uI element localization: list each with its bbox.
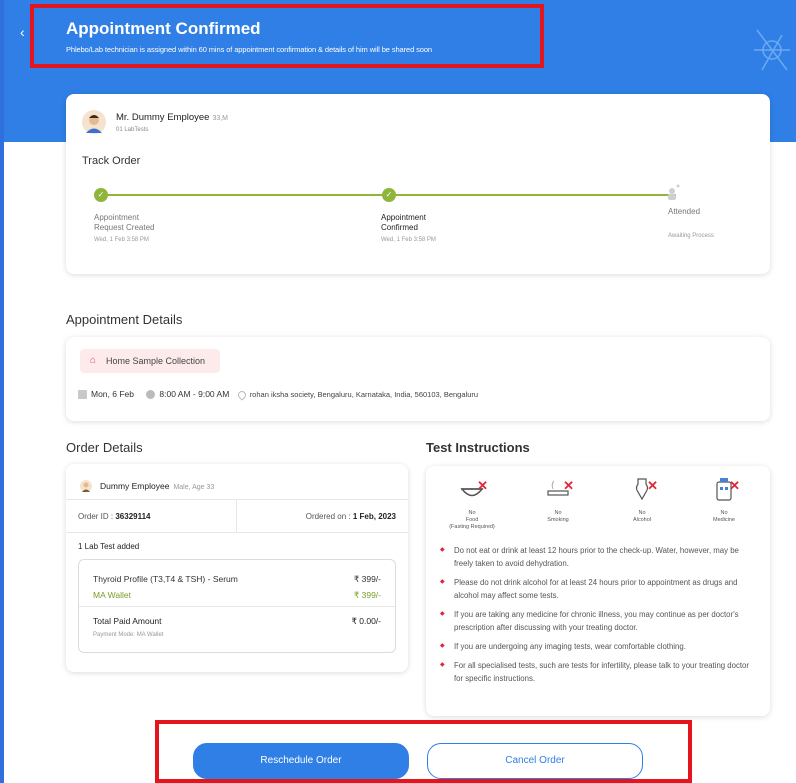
step-label: Appointment Confirmed (381, 213, 426, 232)
step-label: Appointment Request Created (94, 213, 155, 232)
test-price: ₹ 399/- (353, 574, 381, 584)
instruction-item: Please do not drink alcohol for at least… (440, 576, 760, 602)
pending-step-icon (668, 184, 680, 200)
collection-type-badge: ⌂ Home Sample Collection (80, 349, 220, 373)
test-instructions-card: ✕ No Food (Fasting Required) ✕ No Smoking ✕… (426, 466, 770, 716)
test-instructions-title: Test Instructions (426, 440, 530, 455)
back-arrow-icon[interactable]: ‹ (20, 24, 25, 40)
instruction-item: If you are taking any medicine for chron… (440, 608, 760, 634)
order-summary-box: Thyroid Profile (T3,T4 & TSH) - Serum ₹ … (78, 559, 396, 653)
order-details-card: Dummy Employee Male, Age 33 Order ID : 36… (66, 464, 408, 672)
no-alcohol-icon: ✕ No Alcohol (632, 478, 658, 523)
appointment-info-row: Mon, 6 Feb 8:00 AM - 9:00 AM rohan iksha… (78, 389, 479, 401)
total-paid-amount: ₹ 0.00/- (351, 616, 381, 626)
track-progress-line (390, 194, 676, 196)
location-pin-icon (236, 389, 248, 401)
no-medicine-icon: ✕ No Medicine (712, 478, 740, 523)
divider (79, 606, 395, 607)
order-id: Order ID : 36329114 (78, 512, 151, 521)
no-smoking-icon: ✕ No Smoking (547, 478, 574, 523)
order-tracking-card: Mr. Dummy Employee 33,M 01 LabTests Track… (66, 94, 770, 274)
track-order-title: Track Order (82, 155, 141, 167)
calendar-icon (78, 390, 87, 400)
wallet-amount: ₹ 399/- (353, 590, 381, 600)
appointment-details-card: ⌂ Home Sample Collection Mon, 6 Feb 8:00… (66, 337, 770, 421)
step-done-check-icon: ✓ (382, 188, 396, 202)
payment-mode: Payment Mode: MA Wallet (93, 632, 164, 638)
total-paid-label: Total Paid Amount (93, 616, 162, 626)
step-status: Awaiting Process (668, 233, 714, 239)
divider (66, 532, 408, 533)
appointment-date: Mon, 6 Feb (91, 389, 134, 399)
avatar (82, 110, 106, 134)
divider (66, 499, 408, 500)
order-details-title: Order Details (66, 440, 143, 455)
appointment-details-title: Appointment Details (66, 312, 183, 327)
tests-added-count: 1 Lab Test added (78, 542, 140, 551)
order-patient: Dummy Employee Male, Age 33 (100, 481, 215, 491)
employee-test-count: 01 LabTests (116, 127, 149, 133)
avatar (80, 480, 92, 492)
no-food-icon: ✕ No Food (Fasting Required) (449, 478, 495, 530)
clock-icon (146, 390, 156, 400)
instruction-item: If you are undergoing any imaging tests,… (440, 640, 760, 653)
highlight-box-header (30, 4, 544, 68)
appointment-time: 8:00 AM - 9:00 AM (159, 389, 230, 399)
test-name: Thyroid Profile (T3,T4 & TSH) - Serum (93, 574, 238, 584)
step-done-check-icon: ✓ (94, 188, 108, 202)
decorative-pattern-icon (754, 29, 790, 71)
track-progress-line (100, 194, 390, 196)
step-label: Attended (668, 207, 701, 216)
collection-type-label: Home Sample Collection (106, 356, 206, 366)
step-time: Wed, 1 Feb 3:58 PM (381, 237, 436, 243)
step-time: Wed, 1 Feb 3:58 PM (94, 237, 149, 243)
highlight-box-actions (155, 720, 692, 783)
instruction-item: Do not eat or drink at least 12 hours pr… (440, 544, 760, 570)
employee-name: Mr. Dummy Employee 33,M (116, 112, 228, 123)
instruction-item: For all specialised tests, such are test… (440, 659, 760, 685)
divider (236, 499, 237, 532)
wallet-label: MA Wallet (93, 590, 131, 600)
instructions-list: Do not eat or drink at least 12 hours pr… (440, 544, 760, 691)
home-icon: ⌂ (90, 355, 97, 366)
appointment-address: rohan iksha society, Bengaluru, Karnatak… (249, 390, 479, 399)
order-date: Ordered on : 1 Feb, 2023 (305, 512, 396, 521)
